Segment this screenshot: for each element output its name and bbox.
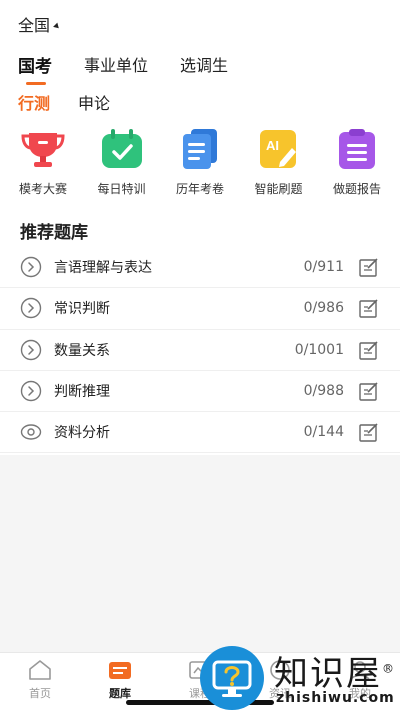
shortcut-label: 每日特训: [97, 182, 146, 196]
watermark: 知识屋® zhishiwu.com: [200, 642, 400, 711]
edit-icon[interactable]: [358, 256, 380, 278]
region-label: 全国: [18, 16, 51, 35]
watermark-cn: 知识屋: [274, 654, 382, 694]
subject-tabs: 行测 申论: [18, 90, 110, 114]
section-title: 推荐题库: [20, 223, 88, 243]
question-bank-icon: [107, 659, 133, 681]
region-selector[interactable]: 全国: [18, 12, 61, 36]
edit-icon[interactable]: [358, 380, 380, 402]
bank-progress: 0/144: [303, 424, 344, 441]
watermark-text: 知识屋®: [274, 646, 396, 695]
list-item[interactable]: 资料分析 0/144: [0, 412, 400, 454]
edit-icon[interactable]: [358, 339, 380, 361]
bank-progress: 0/986: [303, 300, 344, 317]
shortcut-grid: 模考大赛 每日特训 历年考卷 AI 智能刷题 做题报告: [0, 128, 400, 197]
report-icon: [334, 128, 380, 170]
watermark-url: zhishiwu.com: [276, 690, 395, 706]
papers-icon: [177, 128, 223, 170]
tab-label: 首页: [29, 687, 51, 700]
bank-name: 常识判断: [54, 301, 110, 318]
content-panel: 全国 国考 事业单位 选调生 行测 申论 模考大赛 每日特训 历年考卷 AI 智…: [0, 0, 400, 455]
chevron-circle-icon[interactable]: [20, 256, 42, 278]
list-item[interactable]: 数量关系 0/1001: [0, 330, 400, 371]
tab-label: 题库: [109, 687, 131, 700]
chevron-circle-icon[interactable]: [20, 380, 42, 402]
list-item[interactable]: 常识判断 0/986: [0, 288, 400, 330]
shortcut-label: 模考大赛: [18, 182, 67, 196]
shortcut-report[interactable]: 做题报告: [318, 128, 396, 197]
list-item[interactable]: 言语理解与表达 0/911: [0, 247, 400, 289]
tab-xingce[interactable]: 行测: [18, 90, 50, 114]
exam-type-tabs: 国考 事业单位 选调生: [18, 52, 228, 85]
chevron-circle-icon[interactable]: [20, 297, 42, 319]
shortcut-label: 做题报告: [332, 182, 381, 196]
watermark-logo: [200, 646, 264, 710]
shortcut-label: 智能刷题: [254, 182, 303, 196]
chevron-circle-icon[interactable]: [20, 339, 42, 361]
shortcut-daily-training[interactable]: 每日特训: [83, 128, 161, 197]
tab-guokao[interactable]: 国考: [18, 52, 52, 85]
home-icon: [27, 659, 53, 681]
bank-progress: 0/911: [303, 259, 344, 276]
shortcut-mock-exam[interactable]: 模考大赛: [4, 128, 82, 197]
bank-name: 资料分析: [54, 425, 110, 442]
edit-icon[interactable]: [358, 421, 380, 443]
bank-name: 言语理解与表达: [54, 260, 152, 277]
shortcut-past-papers[interactable]: 历年考卷: [161, 128, 239, 197]
calendar-check-icon: [99, 128, 145, 170]
shortcut-label: 历年考卷: [175, 182, 224, 196]
trophy-icon: [20, 128, 66, 170]
bank-name: 判断推理: [54, 384, 110, 401]
tab-home[interactable]: 首页: [0, 653, 80, 711]
bank-name: 数量关系: [54, 342, 110, 359]
list-item[interactable]: 判断推理 0/988: [0, 371, 400, 413]
tab-xuandiaosheng[interactable]: 选调生: [180, 52, 228, 77]
caret-down-icon: [53, 22, 61, 30]
eye-icon[interactable]: [20, 421, 42, 443]
question-bank-list: 言语理解与表达 0/911 常识判断 0/986 数量关系 0/1001 判断推…: [0, 247, 400, 454]
tab-shenlun[interactable]: 申论: [78, 90, 110, 114]
ai-pencil-icon: AI: [256, 128, 302, 170]
registered-mark: ®: [382, 661, 396, 676]
edit-icon[interactable]: [358, 297, 380, 319]
bank-progress: 0/1001: [294, 341, 344, 358]
svg-text:AI: AI: [266, 138, 279, 153]
bank-progress: 0/988: [303, 383, 344, 400]
shortcut-smart-practice[interactable]: AI 智能刷题: [240, 128, 318, 197]
tab-shiye-danwei[interactable]: 事业单位: [84, 52, 148, 77]
